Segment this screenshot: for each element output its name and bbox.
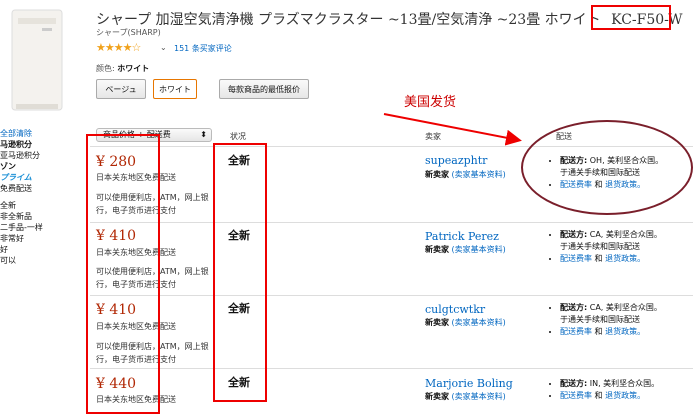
clear-all-link[interactable]: 全部清除 bbox=[0, 128, 60, 139]
seller-name-link[interactable]: culgtcwtkr bbox=[425, 303, 485, 316]
ship-label: 配送方: bbox=[560, 230, 588, 239]
ship-origin: CA, 美利坚合众国。 bbox=[589, 230, 662, 239]
chevron-down-icon[interactable]: ⌄ bbox=[160, 43, 167, 52]
sidebar-item[interactable]: 亚马逊积分 bbox=[0, 150, 60, 161]
sidebar-item[interactable]: 可以 bbox=[0, 255, 60, 266]
condition-highlight-box bbox=[213, 143, 267, 402]
return-policy-link[interactable]: 退货政策。 bbox=[605, 327, 645, 336]
shipping-highlight-ellipse bbox=[521, 120, 693, 215]
seller-profile-link[interactable]: (卖家基本资料) bbox=[452, 392, 506, 401]
ship-origin: IN, 美利坚合众国。 bbox=[589, 379, 660, 388]
seller-header: 卖家 bbox=[425, 132, 441, 141]
new-seller-tag: 新卖家 bbox=[425, 392, 449, 401]
ship-cont: 于通关手续和国际配送 bbox=[560, 315, 640, 324]
filter-sidebar: 全部清除 马逊积分 亚马逊积分 ゾン プライム 免费配送 全新 非全新品 二手品… bbox=[0, 128, 60, 266]
color-beige-button[interactable]: ベージュ bbox=[96, 79, 146, 99]
seller-meta: 新卖家 (卖家基本资料) bbox=[425, 169, 506, 180]
and-text: 和 bbox=[594, 327, 603, 336]
brand-name[interactable]: シャープ(SHARP) bbox=[96, 27, 161, 38]
chevron-down-icon: ⬍ bbox=[200, 130, 207, 139]
sidebar-item[interactable]: 好 bbox=[0, 244, 60, 255]
shipping-info: 配送方: CA, 美利坚合众国。 于通关手续和国际配送 配送费率 和 退货政策。 bbox=[550, 302, 693, 338]
shipping-info: 配送方: IN, 美利坚合众国。 配送费率 和 退货政策。 bbox=[550, 378, 693, 402]
ship-label: 配送方: bbox=[560, 303, 588, 312]
product-title-main: シャープ 加湿空気清浄機 プラズマクラスター ~13畳/空気清浄 ~23畳 ホワ… bbox=[96, 12, 601, 28]
condition-header: 状况 bbox=[230, 132, 246, 141]
review-count-link[interactable]: 151 条买家评论 bbox=[174, 43, 232, 54]
offer-row: ¥ 410 日本关东地区免费配送 可以使用便利店，ATM，网上银行，电子货币进行… bbox=[90, 295, 693, 367]
shipping-rates-link[interactable]: 配送费率 bbox=[560, 254, 592, 263]
annotation-text: 美国发货 bbox=[404, 95, 457, 110]
color-value: ホワイト bbox=[117, 64, 150, 73]
shipping-rates-link[interactable]: 配送费率 bbox=[560, 391, 592, 400]
sidebar-item[interactable]: 全新 bbox=[0, 200, 60, 211]
color-label: 颜色: bbox=[96, 64, 115, 73]
return-policy-link[interactable]: 退货政策。 bbox=[605, 254, 645, 263]
price-highlight-box bbox=[86, 134, 160, 414]
ship-origin: CA, 美利坚合众国。 bbox=[589, 303, 662, 312]
sidebar-item[interactable]: 免费配送 bbox=[0, 183, 60, 194]
return-policy-link[interactable]: 退货政策。 bbox=[605, 391, 645, 400]
shipping-rates-link[interactable]: 配送费率 bbox=[560, 327, 592, 336]
offer-row: ¥ 410 日本关东地区免费配送 可以使用便利店，ATM，网上银行，电子货币进行… bbox=[90, 222, 693, 294]
product-image[interactable] bbox=[4, 4, 70, 114]
sidebar-item[interactable]: 二手品-一样 bbox=[0, 222, 60, 233]
seller-meta: 新卖家 (卖家基本资料) bbox=[425, 317, 506, 328]
offer-row: ¥ 440 日本关东地区免费配送 全新 Marjorie Boling 新卖家 … bbox=[90, 368, 693, 420]
sidebar-item: ゾン bbox=[0, 162, 16, 171]
seller-profile-link[interactable]: (卖家基本资料) bbox=[452, 170, 506, 179]
new-seller-tag: 新卖家 bbox=[425, 245, 449, 254]
shipping-info: 配送方: CA, 美利坚合众国。 于通关手续和国际配送 配送费率 和 退货政策。 bbox=[550, 229, 693, 265]
seller-name-link[interactable]: Marjorie Boling bbox=[425, 377, 513, 390]
lowest-price-button[interactable]: 每款商品的最低报价 bbox=[219, 79, 309, 99]
ship-label: 配送方: bbox=[560, 379, 588, 388]
rating-stars[interactable]: ★★★★☆ bbox=[96, 41, 141, 54]
seller-profile-link[interactable]: (卖家基本资料) bbox=[452, 318, 506, 327]
sidebar-item: 马逊积分 bbox=[0, 140, 32, 149]
seller-name-link[interactable]: supeazphtr bbox=[425, 154, 487, 167]
seller-meta: 新卖家 (卖家基本资料) bbox=[425, 244, 506, 255]
sidebar-item[interactable]: 非常好 bbox=[0, 233, 60, 244]
seller-meta: 新卖家 (卖家基本资料) bbox=[425, 391, 506, 402]
annotation-arrow bbox=[383, 113, 522, 146]
ship-cont: 于通关手续和国际配送 bbox=[560, 242, 640, 251]
and-text: 和 bbox=[594, 391, 603, 400]
new-seller-tag: 新卖家 bbox=[425, 170, 449, 179]
seller-profile-link[interactable]: (卖家基本资料) bbox=[452, 245, 506, 254]
model-highlight-box bbox=[591, 5, 671, 30]
and-text: 和 bbox=[594, 254, 603, 263]
prime-logo[interactable]: プライム bbox=[0, 172, 60, 183]
color-white-button[interactable]: ホワイト bbox=[153, 79, 197, 99]
seller-name-link[interactable]: Patrick Perez bbox=[425, 230, 499, 243]
color-row: 颜色: ホワイト bbox=[96, 63, 149, 74]
sidebar-item[interactable]: 非全新品 bbox=[0, 211, 60, 222]
new-seller-tag: 新卖家 bbox=[425, 318, 449, 327]
